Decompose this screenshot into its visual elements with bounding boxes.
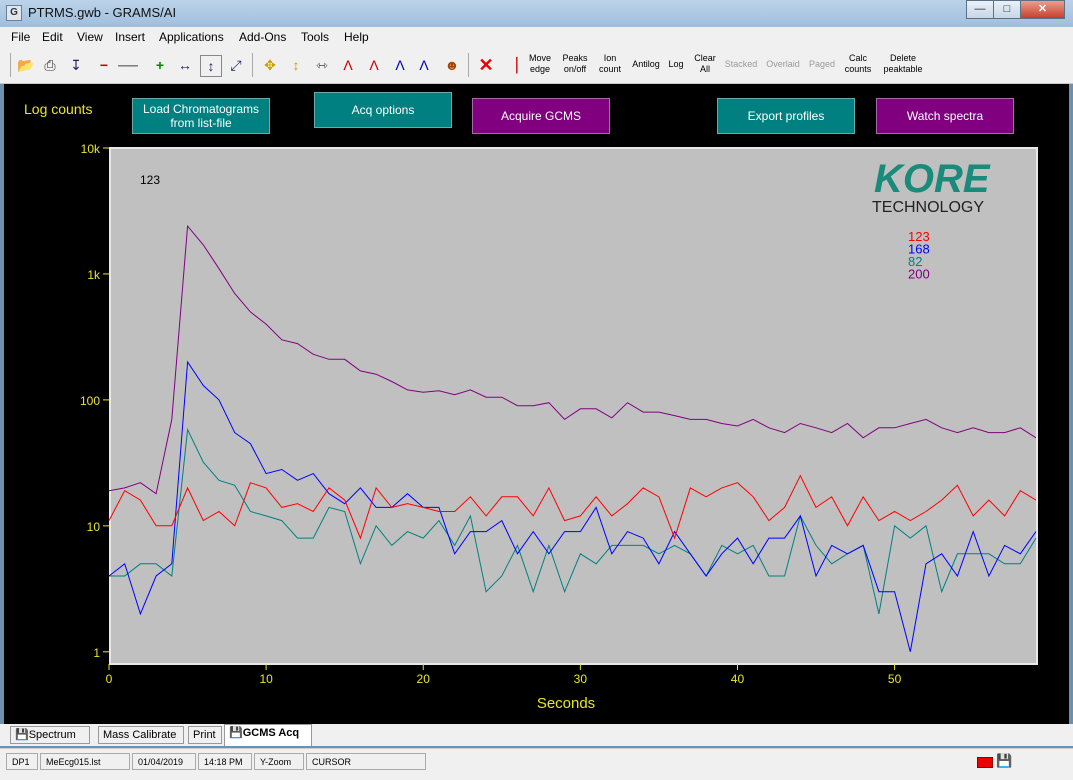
window-title: PTRMS.gwb - GRAMS/AI <box>28 5 177 20</box>
status-file: MeEcg015.lst <box>40 753 130 770</box>
stacked-button[interactable]: Stacked <box>722 59 760 70</box>
legend-entry-200: 200 <box>908 267 930 282</box>
calc-counts-button[interactable]: Calc counts <box>842 53 874 75</box>
watch-spectra-button[interactable]: Watch spectra <box>876 98 1014 134</box>
status-time: 14:18 PM <box>198 753 252 770</box>
menu-help[interactable]: Help <box>344 30 369 44</box>
export-profiles-button[interactable]: Export profiles <box>717 98 855 134</box>
save-icon: 💾 <box>229 727 243 739</box>
peak-red-2-icon[interactable]: Λ <box>364 55 384 75</box>
series-line-200 <box>108 224 1037 495</box>
y-tick-label: 10k <box>81 142 101 156</box>
log-button[interactable]: Log <box>666 59 686 70</box>
peak-red-icon[interactable]: Λ <box>338 55 358 75</box>
x-tick-label: 20 <box>417 672 431 686</box>
open-folder-icon[interactable]: 📂 <box>16 55 36 75</box>
paged-button[interactable]: Paged <box>806 59 838 70</box>
toolbar: 📂 ⎙ ↧ − ── + ↔ ↕ ⤢ ✥ ↕ ⇿ Λ Λ Λ Λ ☻ ✕ ▕ M… <box>0 47 1073 84</box>
logo-technology: TECHNOLOGY <box>872 199 984 216</box>
toolbar-separator <box>10 53 11 77</box>
move-all-icon[interactable]: ✥ <box>260 55 280 75</box>
close-button[interactable]: ✕ <box>1020 0 1065 19</box>
delete-icon[interactable]: ✕ <box>476 55 496 75</box>
move-vertical-icon[interactable]: ↕ <box>286 55 306 75</box>
minimize-button[interactable]: — <box>966 0 994 19</box>
tab-bar: 💾Spectrum Mass Calibrate Print 💾GCMS Acq <box>0 724 1073 746</box>
move-edge-button[interactable]: Move edge <box>526 53 554 75</box>
x-expand-icon[interactable]: ↔ <box>175 55 195 75</box>
zoom-out-icon[interactable]: − <box>94 55 114 75</box>
toolbar-separator <box>468 53 469 77</box>
zoom-slider-icon[interactable]: ── <box>118 55 138 75</box>
menu-add-ons[interactable]: Add-Ons <box>239 30 286 44</box>
y-axis-title: Log counts <box>24 101 93 117</box>
menu-tools[interactable]: Tools <box>301 30 329 44</box>
menu-edit[interactable]: Edit <box>42 30 63 44</box>
clear-all-button[interactable]: Clear All <box>692 53 718 75</box>
legend-entry-123: 123 <box>908 229 930 244</box>
acq-options-button[interactable]: Acq options <box>314 92 452 128</box>
logo-kore: KORE <box>874 157 991 201</box>
x-tick-label: 30 <box>574 672 588 686</box>
title-bar: G PTRMS.gwb - GRAMS/AI — □ ✕ <box>0 0 1073 27</box>
menu-bar: File Edit View Insert Applications Add-O… <box>0 27 1073 47</box>
series-line-168 <box>108 360 1037 652</box>
legend-entry-82: 82 <box>908 254 922 269</box>
window-controls: — □ ✕ <box>966 0 1065 19</box>
peaks-toggle-button[interactable]: Peaks on/off <box>558 53 592 75</box>
fit-icon[interactable]: ⤢ <box>226 55 246 75</box>
x-tick-label: 40 <box>731 672 745 686</box>
y-tick-label: 1 <box>93 646 100 660</box>
series-line-82 <box>109 427 1037 615</box>
x-tick-label: 0 <box>106 672 113 686</box>
print-icon[interactable]: ⎙ <box>40 55 60 75</box>
tab-spectrum[interactable]: 💾Spectrum <box>10 726 90 744</box>
status-bar: DP1 MeEcg015.lst 01/04/2019 14:18 PM Y-Z… <box>0 748 1073 780</box>
menu-view[interactable]: View <box>77 30 103 44</box>
menu-insert[interactable]: Insert <box>115 30 145 44</box>
series-line-123 <box>108 474 1037 540</box>
tab-gcms-acq[interactable]: 💾GCMS Acq <box>224 724 312 746</box>
y-tick-label: 1k <box>87 268 101 282</box>
save-icon: 💾 <box>15 729 29 741</box>
disk-icon: 💾 <box>996 753 1013 768</box>
status-date: 01/04/2019 <box>132 753 196 770</box>
chart-icon[interactable]: ▕ <box>502 55 522 75</box>
zoom-in-icon[interactable]: + <box>150 55 170 75</box>
status-mode: CURSOR <box>306 753 426 770</box>
acquire-gcms-button[interactable]: Acquire GCMS <box>472 98 610 134</box>
x-axis-title: Seconds <box>537 695 595 712</box>
y-tick-label: 100 <box>80 394 100 408</box>
tab-print[interactable]: Print <box>188 726 222 744</box>
overlaid-button[interactable]: Overlaid <box>764 59 802 70</box>
status-zoom: Y-Zoom <box>254 753 304 770</box>
legend-entry-168: 168 <box>908 242 930 257</box>
main-panel: Log counts Load Chromatograms from list-… <box>4 84 1069 724</box>
y-zoom-icon[interactable]: ↕ <box>200 55 222 77</box>
status-dp: DP1 <box>6 753 38 770</box>
menu-applications[interactable]: Applications <box>159 30 224 44</box>
menu-file[interactable]: File <box>11 30 30 44</box>
record-indicator-icon <box>977 757 993 768</box>
toolbar-separator <box>252 53 253 77</box>
split-icon[interactable]: ⇿ <box>312 55 332 75</box>
antilog-button[interactable]: Antilog <box>630 59 662 70</box>
chromatogram-chart[interactable]: 123 KORE TECHNOLOGY Seconds 1 10 100 1k 10k 0… <box>4 84 1069 724</box>
x-tick-label: 50 <box>888 672 902 686</box>
tab-mass-calibrate[interactable]: Mass Calibrate <box>98 726 184 744</box>
maximize-button[interactable]: □ <box>993 0 1021 19</box>
y-tick-label: 10 <box>87 520 101 534</box>
load-chromatograms-button[interactable]: Load Chromatograms from list-file <box>132 98 270 134</box>
export-icon[interactable]: ↧ <box>66 55 86 75</box>
peak-blue-icon[interactable]: Λ <box>390 55 410 75</box>
ion-count-button[interactable]: Ion count <box>596 53 624 75</box>
x-tick-label: 10 <box>259 672 273 686</box>
delete-peaktable-button[interactable]: Delete peaktable <box>878 53 928 75</box>
plot-area[interactable] <box>109 147 1038 665</box>
person-icon[interactable]: ☻ <box>442 55 462 75</box>
peak-blue-2-icon[interactable]: Λ <box>414 55 434 75</box>
chart-annotation: 123 <box>140 173 160 187</box>
app-icon: G <box>6 5 22 21</box>
